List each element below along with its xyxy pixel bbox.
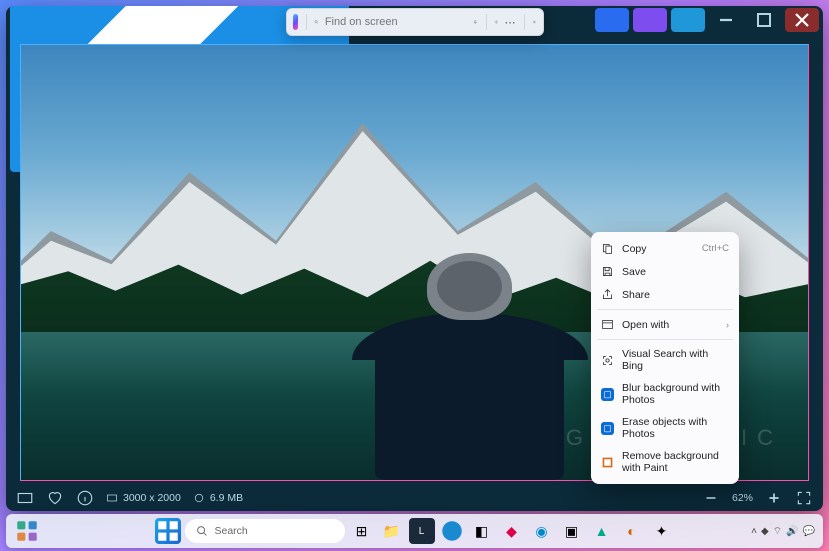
ctx-share[interactable]: Share: [591, 283, 739, 306]
copy-icon: [601, 242, 614, 255]
pinned-app-4[interactable]: ◉: [529, 518, 555, 544]
maximize-button[interactable]: [747, 8, 781, 32]
mic-icon[interactable]: [473, 15, 478, 29]
ai-chip-1[interactable]: [595, 8, 629, 32]
ctx-open-with-label: Open with: [622, 319, 669, 331]
dimensions-readout: 3000 x 2000: [106, 492, 181, 504]
pinned-app-5[interactable]: ▣: [559, 518, 585, 544]
ctx-copy[interactable]: Copy Ctrl+C: [591, 237, 739, 260]
tray-icon-1[interactable]: ◆: [761, 526, 769, 537]
find-input[interactable]: [325, 16, 467, 28]
ctx-visual-search[interactable]: Visual Search with Bing: [591, 343, 739, 377]
ctx-open-with[interactable]: Open with ›: [591, 313, 739, 336]
search-icon: [314, 15, 319, 29]
ctx-save-label: Save: [622, 266, 646, 278]
more-find-icon[interactable]: ⋯: [505, 15, 516, 29]
copilot-logo-icon[interactable]: [293, 14, 298, 30]
ai-chip-2[interactable]: [633, 8, 667, 32]
pinned-app-7[interactable]: ◐: [619, 518, 645, 544]
photos-app-icon-2: ▢: [601, 422, 614, 435]
ctx-separator-1: [597, 309, 733, 310]
like-icon[interactable]: [46, 489, 64, 507]
ctx-blur-bg[interactable]: ▢ Blur background with Photos: [591, 377, 739, 411]
open-with-icon: [601, 318, 614, 331]
pinned-app-8[interactable]: ✦: [649, 518, 675, 544]
tray-volume-icon[interactable]: 🔊: [786, 526, 798, 537]
info-status-icon[interactable]: [76, 489, 94, 507]
filesize-text: 6.9 MB: [210, 492, 243, 504]
disk-icon: [193, 492, 205, 504]
taskbar: Search ⊞ 📁 L ◧ ◆ ◉ ▣ ▲ ◐ ✦ ˄ ◆ ⌔ 🔊 💬: [6, 514, 823, 548]
taskbar-search-icon: [195, 524, 209, 538]
taskbar-search[interactable]: Search: [185, 519, 345, 543]
dimensions-text: 3000 x 2000: [123, 492, 181, 504]
save-icon: [601, 265, 614, 278]
context-menu: Copy Ctrl+C Save Share Open with › Visua…: [591, 232, 739, 484]
status-bar: 3000 x 2000 6.9 MB 62%: [6, 485, 823, 511]
zoom-value: 62%: [732, 492, 753, 504]
titlebar-right: [595, 8, 819, 32]
visual-search-icon: [601, 354, 614, 367]
minimize-button[interactable]: [709, 8, 743, 32]
ctx-copy-label: Copy: [622, 243, 647, 255]
find-on-screen-bar: ⋯: [286, 8, 544, 36]
photos-app-window: Edit: [6, 6, 823, 511]
start-button[interactable]: [155, 518, 181, 544]
taskbar-search-label: Search: [215, 525, 248, 537]
pinned-app-1[interactable]: L: [409, 518, 435, 544]
explorer-icon[interactable]: 📁: [379, 518, 405, 544]
ctx-blur-bg-label: Blur background with Photos: [622, 382, 729, 406]
ctx-share-label: Share: [622, 289, 650, 301]
fullscreen-icon[interactable]: [795, 489, 813, 507]
task-view-icon[interactable]: ⊞: [349, 518, 375, 544]
tray-notifications-icon[interactable]: 💬: [803, 526, 815, 537]
ctx-separator-2: [597, 339, 733, 340]
zoom-in-icon[interactable]: [765, 489, 783, 507]
tray-chevron-icon[interactable]: ˄: [751, 526, 757, 537]
ctx-visual-search-label: Visual Search with Bing: [622, 348, 729, 372]
close-button[interactable]: [785, 8, 819, 32]
zoom-out-icon[interactable]: [702, 489, 720, 507]
edge-icon[interactable]: [439, 518, 465, 544]
ctx-erase[interactable]: ▢ Erase objects with Photos: [591, 411, 739, 445]
ctx-remove-bg-label: Remove background with Paint: [622, 450, 729, 474]
person-subject: [352, 241, 588, 480]
taskbar-center: Search ⊞ 📁 L ◧ ◆ ◉ ▣ ▲ ◐ ✦: [155, 518, 675, 544]
settings-gear-icon[interactable]: [494, 15, 499, 29]
ctx-copy-shortcut: Ctrl+C: [702, 243, 729, 254]
photos-app-icon: ▢: [601, 388, 614, 401]
pinned-app-2[interactable]: ◧: [469, 518, 495, 544]
ctx-remove-bg[interactable]: Remove background with Paint: [591, 445, 739, 479]
dimensions-icon: [106, 492, 118, 504]
share-icon: [601, 288, 614, 301]
pinned-app-6[interactable]: ▲: [589, 518, 615, 544]
chevron-right-icon: ›: [726, 320, 729, 330]
ctx-save[interactable]: Save: [591, 260, 739, 283]
filmstrip-icon[interactable]: [16, 489, 34, 507]
paint-app-icon: [601, 456, 614, 469]
ctx-erase-label: Erase objects with Photos: [622, 416, 729, 440]
ai-chip-3[interactable]: [671, 8, 705, 32]
close-find-icon[interactable]: [532, 15, 537, 29]
pinned-app-3[interactable]: ◆: [499, 518, 525, 544]
filesize-readout: 6.9 MB: [193, 492, 243, 504]
widgets-icon[interactable]: [14, 518, 40, 544]
system-tray[interactable]: ˄ ◆ ⌔ 🔊 💬: [751, 525, 815, 538]
tray-wifi-icon[interactable]: ⌔: [773, 525, 782, 538]
